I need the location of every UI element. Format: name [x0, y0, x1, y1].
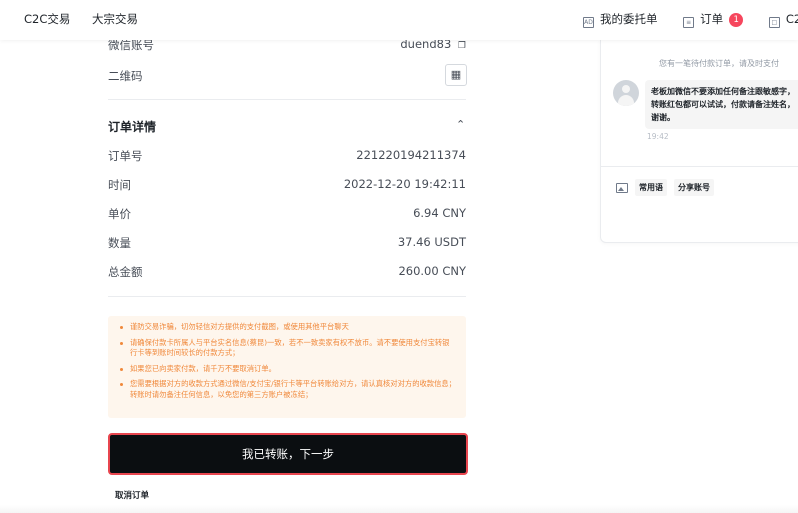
image-icon[interactable]	[616, 183, 628, 193]
transferred-next-button[interactable]: 我已转账，下一步	[108, 433, 468, 475]
order-total-value: 260.00 CNY	[398, 264, 466, 278]
avatar-icon	[613, 80, 639, 106]
chat-message: 老板加微信不要添加任何备注跟敏感字，转账红包都可以试试，付款请备注姓名，谢谢。	[645, 80, 798, 129]
notice-item: 您需要根据对方的收款方式通过微信/支付宝/银行卡等平台转账给对方，请认真核对对方…	[120, 379, 456, 399]
qr-label: 二维码	[108, 69, 143, 83]
divider	[601, 166, 798, 167]
order-row-time: 时间 2022-12-20 19:42:11	[108, 177, 466, 193]
order-number-value: 221220194211374	[356, 148, 466, 162]
order-quantity-label: 数量	[108, 236, 131, 250]
notice-item: 如果您已向卖家付款，请千万不要取消订单。	[120, 364, 456, 375]
order-row-price: 单价 6.94 CNY	[108, 206, 466, 222]
page-bottom	[0, 505, 798, 513]
nav-orders-label: 订单	[700, 12, 724, 26]
ad-icon: AD	[583, 17, 594, 28]
risk-notice: 谨防交易诈骗，切勿轻信对方提供的支付截图，或使用其他平台聊天 请确保付款卡所属人…	[108, 316, 466, 418]
nav-c2c-short-label: C2	[785, 12, 798, 26]
notice-item: 谨防交易诈骗，切勿轻信对方提供的支付截图，或使用其他平台聊天	[120, 322, 456, 333]
orders-doc-icon: ≡	[683, 17, 695, 28]
nav-right: AD 我的委托单 ≡ 订单 1 □ C2	[583, 11, 798, 28]
divider	[108, 296, 466, 297]
chat-hint: 您有一笔待付款订单，请及时支付	[659, 59, 779, 68]
copy-icon[interactable]: ❐	[458, 41, 466, 51]
order-total-label: 总金额	[108, 265, 143, 279]
chevron-up-icon[interactable]: ⌃	[456, 118, 465, 131]
share-account-button[interactable]: 分享账号	[674, 179, 714, 196]
nav-block-trade[interactable]: 大宗交易	[92, 12, 138, 26]
quick-phrases-button[interactable]: 常用语	[635, 179, 667, 196]
notice-list: 谨防交易诈骗，切勿轻信对方提供的支付截图，或使用其他平台聊天 请确保付款卡所属人…	[108, 316, 466, 400]
qr-code-icon[interactable]: ▦	[445, 64, 467, 86]
divider	[108, 99, 466, 100]
nav-left: C2C交易 大宗交易	[24, 11, 156, 27]
order-price-label: 单价	[108, 207, 131, 221]
order-time-value: 2022-12-20 19:42:11	[343, 177, 466, 191]
nav-c2c-short[interactable]: □ C2	[768, 12, 798, 28]
chat-panel: 您有一笔待付款订单，请及时支付 老板加微信不要添加任何备注跟敏感字，转账红包都可…	[600, 40, 798, 243]
order-number-label: 订单号	[108, 149, 143, 163]
nav-c2c[interactable]: C2C交易	[24, 12, 70, 26]
order-price-value: 6.94 CNY	[413, 206, 466, 220]
order-quantity-value: 37.46 USDT	[397, 235, 466, 249]
order-row-quantity: 数量 37.46 USDT	[108, 235, 466, 251]
notice-item: 请确保付款卡所属人与平台实名信息(蔡昆)一致，若不一致卖家有权不放币。请不要使用…	[120, 338, 456, 359]
nav-my-orders[interactable]: AD 我的委托单	[583, 11, 658, 28]
nav-orders[interactable]: ≡ 订单 1	[683, 11, 744, 28]
chat-time: 19:42	[647, 132, 669, 141]
order-details-title: 订单详情	[108, 120, 157, 134]
orders-badge: 1	[729, 13, 744, 27]
order-row-total: 总金额 260.00 CNY	[108, 264, 466, 280]
nav-my-orders-label: 我的委托单	[600, 12, 658, 26]
cancel-order-link[interactable]: 取消订单	[115, 489, 149, 501]
order-time-label: 时间	[108, 178, 131, 192]
c2c-icon: □	[768, 17, 780, 28]
qr-row: 二维码	[108, 68, 466, 84]
order-row-number: 订单号 221220194211374	[108, 148, 466, 164]
top-nav: C2C交易 大宗交易 AD 我的委托单 ≡ 订单 1 □ C2	[0, 0, 798, 40]
wechat-label: 微信账号	[108, 38, 154, 52]
